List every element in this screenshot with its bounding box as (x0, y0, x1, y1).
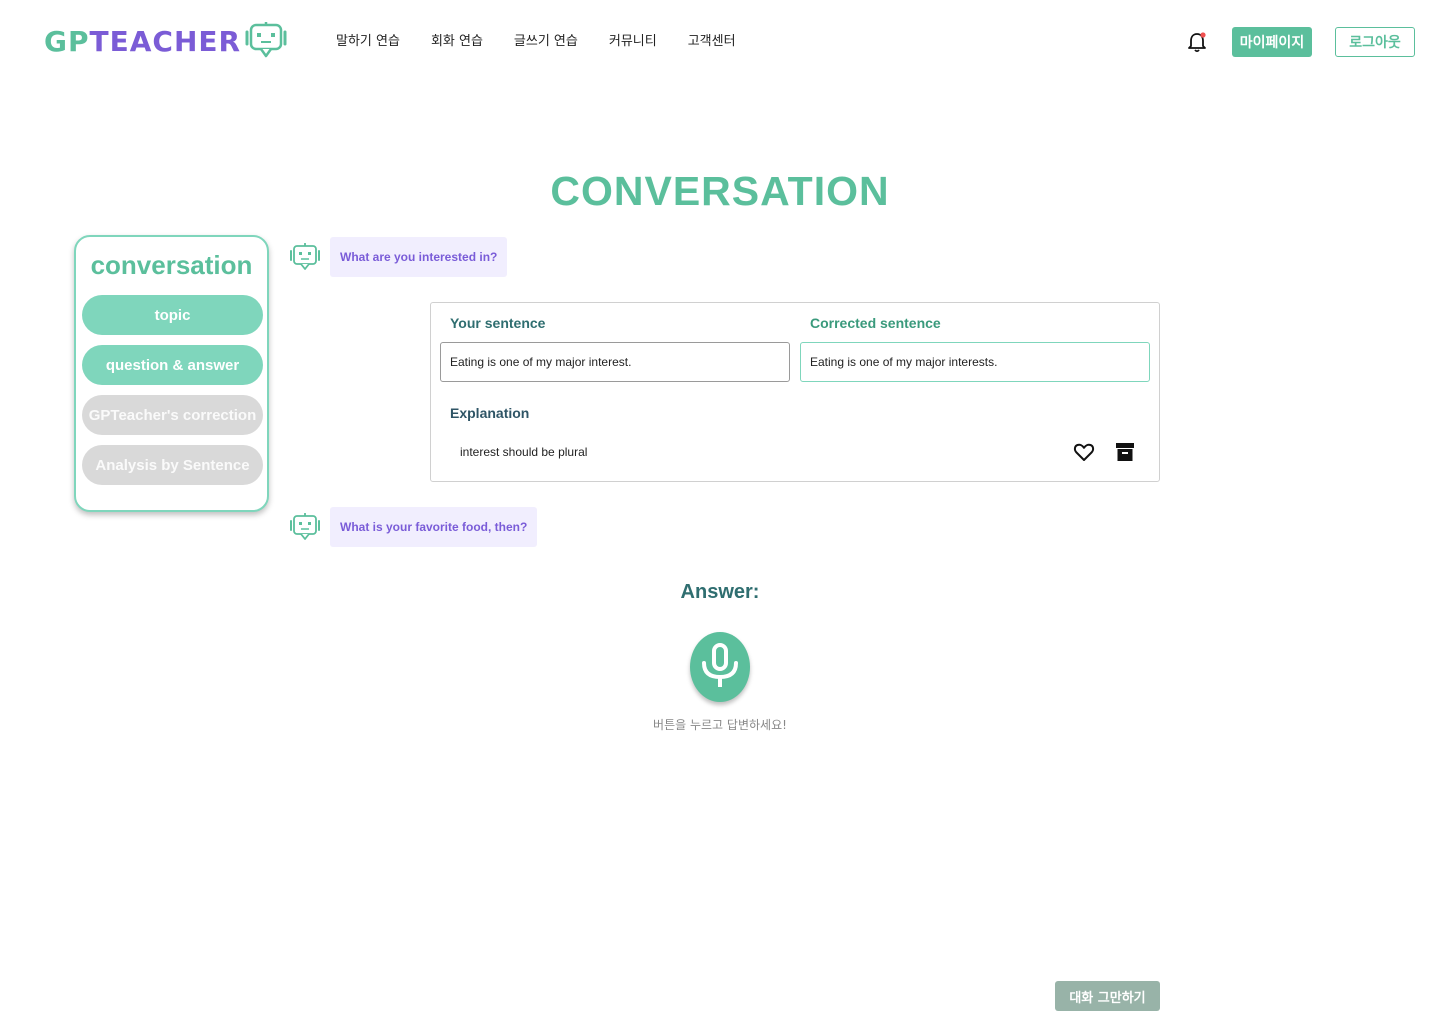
heart-icon[interactable] (1073, 441, 1095, 463)
bot-question-bubble: What is your favorite food, then? (330, 507, 538, 547)
nav-item-support[interactable]: 고객센터 (688, 32, 736, 52)
nav-item-conversation[interactable]: 회화 연습 (431, 32, 483, 52)
nav-item-community[interactable]: 커뮤니티 (609, 32, 657, 52)
your-sentence-field: Eating is one of my major interest. (440, 342, 790, 382)
archive-icon[interactable] (1115, 441, 1135, 463)
robot-avatar-icon (289, 241, 321, 273)
stop-conversation-button[interactable]: 대화 그만하기 (1055, 981, 1160, 1011)
notification-bell-icon[interactable] (1186, 31, 1208, 53)
your-sentence-label: Your sentence (450, 315, 546, 331)
step-topic-button[interactable]: topic (82, 295, 263, 335)
gpteacher-logo[interactable]: GPTEACHER (44, 20, 287, 65)
logo-gp-text: GP (44, 25, 90, 58)
step-analysis-button[interactable]: Analysis by Sentence (82, 445, 263, 485)
logout-button[interactable]: 로그아웃 (1335, 27, 1415, 57)
conversation-steps-panel: conversation topic question & answer GPT… (74, 235, 269, 512)
sidebar-title: conversation (90, 250, 253, 280)
nav-item-speaking[interactable]: 말하기 연습 (336, 32, 400, 52)
logo-teacher-text: TEACHER (89, 25, 242, 58)
page-title: CONVERSATION (550, 168, 890, 214)
correction-card: Your sentence Corrected sentence Eating … (430, 302, 1160, 482)
nav-item-writing[interactable]: 글쓰기 연습 (514, 32, 578, 52)
bot-question-bubble: What are you interested in? (330, 237, 508, 277)
step-question-answer-button[interactable]: question & answer (82, 345, 263, 385)
main-nav: 말하기 연습 회화 연습 글쓰기 연습 커뮤니티 고객센터 (336, 32, 767, 52)
robot-logo-icon (245, 20, 287, 65)
explanation-text: interest should be plural (460, 445, 588, 459)
mic-hint-text: 버튼을 누르고 답변하세요! (653, 718, 787, 732)
microphone-icon (698, 641, 742, 694)
step-correction-button[interactable]: GPTeacher's correction (82, 395, 263, 435)
robot-avatar-icon (289, 511, 321, 543)
corrected-sentence-label: Corrected sentence (810, 315, 941, 331)
corrected-sentence-field: Eating is one of my major interests. (800, 342, 1150, 382)
mypage-button[interactable]: 마이페이지 (1232, 27, 1312, 57)
answer-label: Answer: (680, 581, 760, 603)
explanation-label: Explanation (450, 405, 530, 421)
record-answer-button[interactable] (690, 632, 750, 702)
